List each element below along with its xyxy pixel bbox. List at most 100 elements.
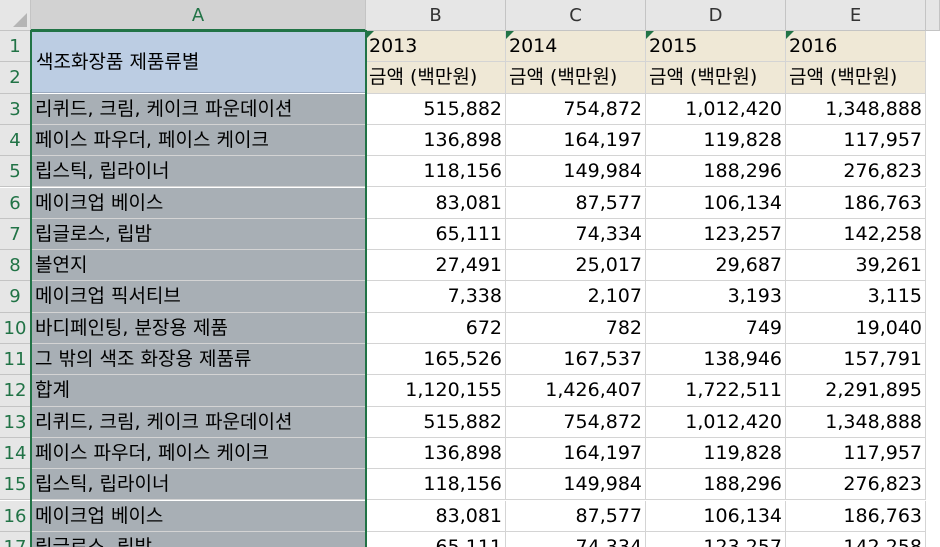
row-header-16[interactable]: 16 bbox=[0, 500, 31, 532]
cell-value[interactable]: 1,348,888 bbox=[786, 93, 926, 125]
cell-label[interactable]: 바디페인팅, 분장용 제품 bbox=[31, 312, 366, 344]
column-header-e[interactable]: E bbox=[786, 0, 926, 31]
spreadsheet-grid[interactable]: ABCDE1234567891011121314151617색조화장품 제품류별… bbox=[0, 0, 940, 547]
cell-label[interactable]: 페이스 파우더, 페이스 케이크 bbox=[31, 437, 366, 470]
cell-value[interactable]: 118,156 bbox=[366, 469, 506, 501]
cell-value[interactable]: 7,338 bbox=[366, 281, 506, 313]
cell-value[interactable]: 515,882 bbox=[366, 93, 506, 125]
cell-value[interactable]: 74,334 bbox=[506, 531, 646, 547]
cell-label[interactable]: 립스틱, 립라이너 bbox=[31, 156, 366, 188]
cell-value[interactable]: 118,156 bbox=[366, 156, 506, 188]
row-header-5[interactable]: 5 bbox=[0, 156, 31, 188]
cell-value[interactable]: 3,193 bbox=[646, 281, 786, 313]
cell-value[interactable]: 754,872 bbox=[506, 93, 646, 125]
cell-value[interactable]: 119,828 bbox=[646, 437, 786, 470]
cell-value[interactable]: 1,426,407 bbox=[506, 375, 646, 407]
cell-value[interactable]: 1,120,155 bbox=[366, 375, 506, 407]
cell-value[interactable]: 123,257 bbox=[646, 218, 786, 251]
cell-value[interactable]: 188,296 bbox=[646, 469, 786, 501]
cell-value[interactable]: 1,722,511 bbox=[646, 375, 786, 407]
cell-a1-merged-title[interactable]: 색조화장품 제품류별 bbox=[31, 31, 366, 93]
cell-value[interactable]: 149,984 bbox=[506, 469, 646, 501]
column-header-c[interactable]: C bbox=[506, 0, 646, 31]
cell-value[interactable]: 27,491 bbox=[366, 250, 506, 282]
row-header-15[interactable]: 15 bbox=[0, 469, 31, 501]
cell-year-b1[interactable]: 2013 bbox=[366, 31, 506, 63]
cell-value[interactable]: 149,984 bbox=[506, 156, 646, 188]
cell-value[interactable]: 19,040 bbox=[786, 312, 926, 344]
column-header-a[interactable]: A bbox=[31, 0, 366, 31]
cell-value[interactable]: 117,957 bbox=[786, 437, 926, 470]
cell-value[interactable]: 186,763 bbox=[786, 500, 926, 532]
cell-unit-c2[interactable]: 금액 (백만원) bbox=[506, 62, 646, 94]
row-header-4[interactable]: 4 bbox=[0, 124, 31, 157]
cell-value[interactable]: 186,763 bbox=[786, 187, 926, 219]
cell-value[interactable]: 39,261 bbox=[786, 250, 926, 282]
cell-value[interactable]: 138,946 bbox=[646, 344, 786, 376]
row-header-13[interactable]: 13 bbox=[0, 406, 31, 438]
cell-label[interactable]: 립글로스, 립밤 bbox=[31, 218, 366, 251]
cell-value[interactable]: 167,537 bbox=[506, 344, 646, 376]
cell-label[interactable]: 메이크업 베이스 bbox=[31, 500, 366, 532]
cell-value[interactable]: 1,348,888 bbox=[786, 406, 926, 438]
row-header-2[interactable]: 2 bbox=[0, 62, 31, 94]
row-header-10[interactable]: 10 bbox=[0, 312, 31, 344]
cell-label[interactable]: 페이스 파우더, 페이스 케이크 bbox=[31, 124, 366, 157]
cell-value[interactable]: 754,872 bbox=[506, 406, 646, 438]
cell-value[interactable]: 165,526 bbox=[366, 344, 506, 376]
cell-value[interactable]: 782 bbox=[506, 312, 646, 344]
row-header-7[interactable]: 7 bbox=[0, 218, 31, 251]
cell-value[interactable]: 2,107 bbox=[506, 281, 646, 313]
cell-value[interactable]: 65,111 bbox=[366, 218, 506, 251]
cell-value[interactable]: 672 bbox=[366, 312, 506, 344]
column-header-d[interactable]: D bbox=[646, 0, 786, 31]
cell-value[interactable]: 276,823 bbox=[786, 156, 926, 188]
cell-value[interactable]: 29,687 bbox=[646, 250, 786, 282]
cell-value[interactable]: 276,823 bbox=[786, 469, 926, 501]
cell-year-c1[interactable]: 2014 bbox=[506, 31, 646, 63]
row-header-3[interactable]: 3 bbox=[0, 93, 31, 125]
cell-value[interactable]: 119,828 bbox=[646, 124, 786, 157]
cell-value[interactable]: 188,296 bbox=[646, 156, 786, 188]
cell-value[interactable]: 142,258 bbox=[786, 218, 926, 251]
cell-value[interactable]: 136,898 bbox=[366, 124, 506, 157]
row-header-6[interactable]: 6 bbox=[0, 187, 31, 219]
cell-value[interactable]: 515,882 bbox=[366, 406, 506, 438]
cell-value[interactable]: 87,577 bbox=[506, 187, 646, 219]
cell-unit-d2[interactable]: 금액 (백만원) bbox=[646, 62, 786, 94]
cell-label[interactable]: 메이크업 베이스 bbox=[31, 187, 366, 219]
cell-value[interactable]: 123,257 bbox=[646, 531, 786, 547]
column-header-b[interactable]: B bbox=[366, 0, 506, 31]
cell-label[interactable]: 립스틱, 립라이너 bbox=[31, 469, 366, 501]
cell-value[interactable]: 3,115 bbox=[786, 281, 926, 313]
cell-value[interactable]: 1,012,420 bbox=[646, 93, 786, 125]
row-header-14[interactable]: 14 bbox=[0, 437, 31, 470]
cell-label[interactable]: 메이크업 픽서티브 bbox=[31, 281, 366, 313]
cell-label[interactable]: 합계 bbox=[31, 375, 366, 407]
cell-label[interactable]: 리퀴드, 크림, 케이크 파운데이션 bbox=[31, 406, 366, 438]
cell-value[interactable]: 164,197 bbox=[506, 437, 646, 470]
cell-unit-e2[interactable]: 금액 (백만원) bbox=[786, 62, 926, 94]
cell-value[interactable]: 74,334 bbox=[506, 218, 646, 251]
cell-value[interactable]: 87,577 bbox=[506, 500, 646, 532]
row-header-17[interactable]: 17 bbox=[0, 531, 31, 547]
cell-value[interactable]: 83,081 bbox=[366, 187, 506, 219]
cell-year-d1[interactable]: 2015 bbox=[646, 31, 786, 63]
row-header-11[interactable]: 11 bbox=[0, 344, 31, 376]
row-header-12[interactable]: 12 bbox=[0, 375, 31, 407]
cell-value[interactable]: 2,291,895 bbox=[786, 375, 926, 407]
cell-value[interactable]: 83,081 bbox=[366, 500, 506, 532]
cell-value[interactable]: 106,134 bbox=[646, 500, 786, 532]
cell-value[interactable]: 106,134 bbox=[646, 187, 786, 219]
cell-value[interactable]: 142,258 bbox=[786, 531, 926, 547]
row-header-1[interactable]: 1 bbox=[0, 31, 31, 63]
cell-label[interactable]: 그 밖의 색조 화장용 제품류 bbox=[31, 344, 366, 376]
cell-value[interactable]: 749 bbox=[646, 312, 786, 344]
cell-value[interactable]: 164,197 bbox=[506, 124, 646, 157]
cell-unit-b2[interactable]: 금액 (백만원) bbox=[366, 62, 506, 94]
cell-value[interactable]: 136,898 bbox=[366, 437, 506, 470]
cell-value[interactable]: 25,017 bbox=[506, 250, 646, 282]
cell-value[interactable]: 157,791 bbox=[786, 344, 926, 376]
row-header-9[interactable]: 9 bbox=[0, 281, 31, 313]
cell-value[interactable]: 1,012,420 bbox=[646, 406, 786, 438]
